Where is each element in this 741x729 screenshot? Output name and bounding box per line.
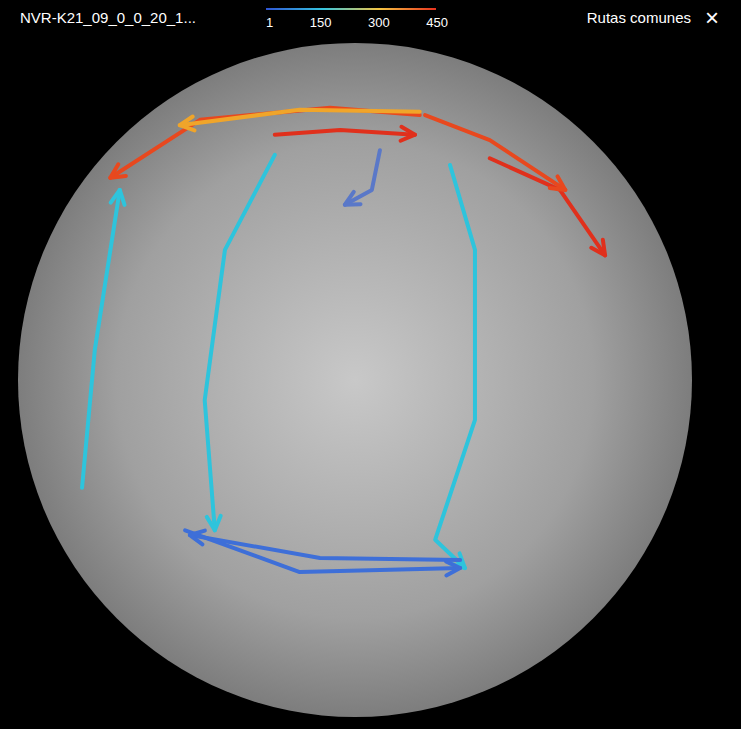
legend-tick: 450 [426,14,448,32]
route [345,150,380,205]
route-arrow-icon [207,516,221,531]
route [435,165,475,568]
route [425,115,565,190]
route-arrow-icon [190,531,205,545]
route-arrow-icon [110,164,126,177]
header-bar: NVR-K21_09_0_0_20_1... 1 150 300 450 Rutas co… [0,0,741,40]
panel-title: Rutas comunes [587,8,691,28]
legend-tick: 300 [368,14,390,32]
legend: 1 150 300 450 [266,8,448,32]
legend-tick: 1 [266,14,273,32]
camera-routes-window: NVR-K21_09_0_0_20_1... 1 150 300 450 Rutas co… [0,0,741,729]
close-button[interactable]: × [703,8,721,28]
video-area [0,40,741,729]
route-arrow-icon [111,190,125,205]
route [82,190,125,488]
route [180,110,420,131]
route [110,108,419,178]
route [185,530,460,575]
route [190,531,460,560]
route-arrow-icon [345,192,361,205]
route [205,155,275,530]
route-arrow-icon [446,561,460,575]
route-arrow-icon [401,127,415,141]
route-arrow-icon [591,240,605,255]
legend-tick: 150 [310,14,332,32]
legend-gradient [266,8,436,10]
route [490,158,605,255]
route [275,127,415,141]
route-arrow-icon [180,116,195,130]
routes-chart [18,43,692,717]
fisheye-video [18,43,692,717]
camera-title: NVR-K21_09_0_0_20_1... [20,8,260,28]
route-arrow-icon [550,176,566,190]
